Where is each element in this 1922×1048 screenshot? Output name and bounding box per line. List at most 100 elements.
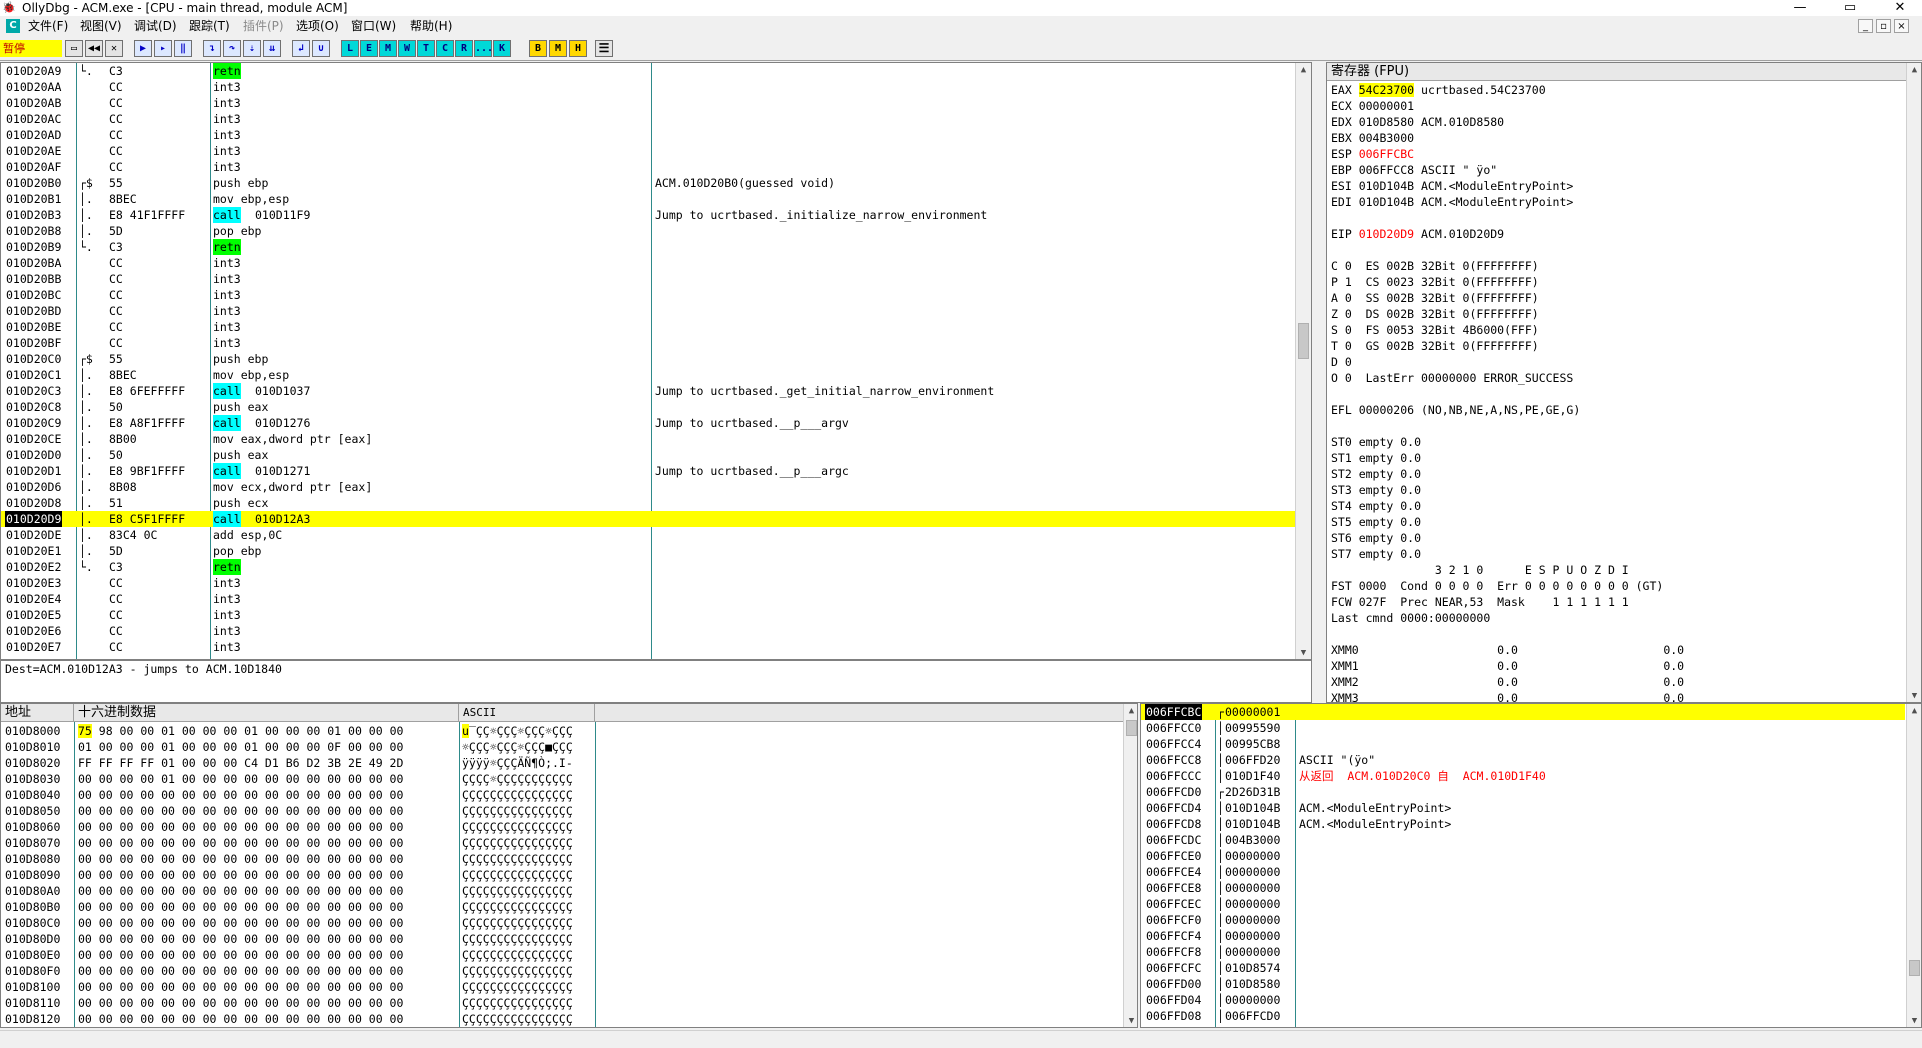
disasm-address[interactable]: 010D20AF (5, 159, 62, 175)
disasm-row[interactable]: 010D20BC CC int3 (1, 287, 1295, 303)
dump-row[interactable]: 010D8080 00 00 00 00 00 00 00 00 00 00 00… (1, 851, 1121, 867)
disasm-address[interactable]: 010D20D0 (5, 447, 62, 463)
stack-address[interactable]: 006FFCCC (1145, 768, 1202, 784)
disasm-row[interactable]: 010D20AB CC int3 (1, 95, 1295, 111)
window-button[interactable]: K (493, 40, 511, 57)
register-line[interactable]: FST 0000 Cond 0 0 0 0 Err 0 0 0 0 0 0 0 … (1331, 578, 1901, 594)
disasm-row[interactable]: 010D20E5 CC int3 (1, 607, 1295, 623)
disasm-address[interactable]: 010D20AE (5, 143, 62, 159)
disasm-address[interactable]: 010D20D6 (5, 479, 62, 495)
stack-address[interactable]: 006FFCEC (1145, 896, 1202, 912)
disasm-row[interactable]: 010D20C0 ┌$ 55 push ebp (1, 351, 1295, 367)
stack-address[interactable]: 006FFCBC (1145, 704, 1203, 720)
dump-row[interactable]: 010D8010 01 00 00 00 01 00 00 00 01 00 00… (1, 739, 1121, 755)
register-line[interactable]: Z 0 DS 002B 32Bit 0(FFFFFFFF) (1331, 306, 1901, 322)
register-line[interactable]: D 0 (1331, 354, 1901, 370)
stack-address[interactable]: 006FFCF8 (1145, 944, 1202, 960)
disasm-row[interactable]: 010D20BD CC int3 (1, 303, 1295, 319)
disasm-address[interactable]: 010D20C8 (5, 399, 62, 415)
stack-row[interactable]: 006FFCE4 │ 00000000 (1141, 864, 1905, 880)
dump-address[interactable]: 010D8020 (5, 755, 60, 771)
disasm-address[interactable]: 010D20A9 (5, 63, 62, 79)
dump-address[interactable]: 010D8110 (5, 995, 60, 1011)
disasm-address[interactable]: 010D20BC (5, 287, 62, 303)
disasm-address[interactable]: 010D20BF (5, 335, 62, 351)
disasm-address[interactable]: 010D20E1 (5, 543, 62, 559)
disasm-row[interactable]: 010D20C9 │. E8 A8F1FFFF call 010D1276 Jump to… (1, 415, 1295, 431)
register-line[interactable]: A 0 SS 002B 32Bit 0(FFFFFFFF) (1331, 290, 1901, 306)
dump-row[interactable]: 010D8060 00 00 00 00 00 00 00 00 00 00 00… (1, 819, 1121, 835)
dump-row[interactable]: 010D8070 00 00 00 00 00 00 00 00 00 00 00… (1, 835, 1121, 851)
disasm-address[interactable]: 010D20E6 (5, 623, 62, 639)
dump-address[interactable]: 010D8080 (5, 851, 60, 867)
window-button[interactable]: M (379, 40, 397, 57)
scroll-down-icon[interactable]: ▼ (1907, 1014, 1921, 1027)
register-line[interactable]: ST2 empty 0.0 (1331, 466, 1901, 482)
disasm-row[interactable]: 010D20B8 │. 5D pop ebp (1, 223, 1295, 239)
mdi-close-button[interactable]: × (1894, 19, 1909, 33)
stack-address[interactable]: 006FFCD8 (1145, 816, 1202, 832)
stack-row[interactable]: 006FFCC0 │ 00995590 (1141, 720, 1905, 736)
register-line[interactable] (1331, 242, 1901, 258)
dump-address[interactable]: 010D8120 (5, 1011, 60, 1027)
stack-row[interactable]: 006FFD04 │ 00000000 (1141, 992, 1905, 1008)
disasm-address[interactable]: 010D20DE (5, 527, 62, 543)
register-line[interactable]: ECX 00000001 (1331, 98, 1901, 114)
register-line[interactable]: XMM0 0.0 0.0 (1331, 642, 1901, 658)
dump-row[interactable]: 010D8050 00 00 00 00 00 00 00 00 00 00 00… (1, 803, 1121, 819)
step-over-icon[interactable]: ↷ (223, 40, 241, 57)
disasm-address[interactable]: 010D20AA (5, 79, 62, 95)
disassembly-scrollbar[interactable]: ▲ ▼ (1295, 63, 1311, 659)
register-line[interactable]: Last cmnd 0000:00000000 (1331, 610, 1901, 626)
window-button[interactable]: C (436, 40, 454, 57)
dump-row[interactable]: 010D8000 75 98 00 00 01 00 00 00 01 00 00… (1, 723, 1121, 739)
dump-row[interactable]: 010D8100 00 00 00 00 00 00 00 00 00 00 00… (1, 979, 1121, 995)
trace-into-icon[interactable]: ⇣ (243, 40, 261, 57)
stack-address[interactable]: 006FFCE4 (1145, 864, 1202, 880)
register-line[interactable]: O 0 LastErr 00000000 ERROR_SUCCESS (1331, 370, 1901, 386)
disasm-address[interactable]: 010D20AC (5, 111, 62, 127)
disasm-row[interactable]: 010D20E6 CC int3 (1, 623, 1295, 639)
menu-item[interactable]: 文件(F) (28, 16, 68, 37)
dump-address[interactable]: 010D8070 (5, 835, 60, 851)
dump-address[interactable]: 010D8050 (5, 803, 60, 819)
stack-row[interactable]: 006FFCD4 │ 010D104B ACM.<ModuleEntryPoint> (1141, 800, 1905, 816)
disasm-row[interactable]: 010D20BB CC int3 (1, 271, 1295, 287)
register-line[interactable]: FCW 027F Prec NEAR,53 Mask 1 1 1 1 1 1 (1331, 594, 1901, 610)
extra-button[interactable]: M (549, 40, 567, 57)
dump-scrollbar[interactable]: ▲ ▼ (1123, 704, 1137, 1027)
stack-row[interactable]: 006FFCE8 │ 00000000 (1141, 880, 1905, 896)
disasm-address[interactable]: 010D20BA (5, 255, 62, 271)
disasm-row[interactable]: 010D20C8 │. 50 push eax (1, 399, 1295, 415)
disasm-address[interactable]: 010D20CE (5, 431, 62, 447)
stack-address[interactable]: 006FFCD0 (1145, 784, 1202, 800)
list-icon[interactable]: ☰ (595, 40, 613, 57)
scroll-thumb[interactable] (1298, 323, 1309, 359)
dump-row[interactable]: 010D8090 00 00 00 00 00 00 00 00 00 00 00… (1, 867, 1121, 883)
hex-column-header[interactable]: 十六进制数据 (74, 704, 459, 722)
ascii-column-header[interactable]: ASCII (459, 704, 595, 722)
disasm-address[interactable]: 010D20E5 (5, 607, 62, 623)
disasm-address[interactable]: 010D20C0 (5, 351, 62, 367)
disasm-row[interactable]: 010D20B9 └. C3 retn (1, 239, 1295, 255)
register-line[interactable]: XMM1 0.0 0.0 (1331, 658, 1901, 674)
register-line[interactable]: C 0 ES 002B 32Bit 0(FFFFFFFF) (1331, 258, 1901, 274)
stack-row[interactable]: 006FFD08 │ 006FFCD0 (1141, 1008, 1905, 1024)
dump-address[interactable]: 010D8030 (5, 771, 60, 787)
menu-item[interactable]: 调试(D) (134, 16, 177, 37)
disasm-row[interactable]: 010D20E4 CC int3 (1, 591, 1295, 607)
disasm-row[interactable]: 010D20AA CC int3 (1, 79, 1295, 95)
register-line[interactable]: ST6 empty 0.0 (1331, 530, 1901, 546)
dump-address[interactable]: 010D8040 (5, 787, 60, 803)
registers-header[interactable]: 寄存器 (FPU) (1327, 63, 1907, 81)
register-line[interactable]: P 1 CS 0023 32Bit 0(FFFFFFFF) (1331, 274, 1901, 290)
register-line[interactable]: ESP 006FFCBC (1331, 146, 1901, 162)
disasm-row[interactable]: 010D20AC CC int3 (1, 111, 1295, 127)
stack-row[interactable]: 006FFCFC │ 010D8574 (1141, 960, 1905, 976)
close-icon[interactable]: ✕ (105, 40, 123, 57)
rewind-icon[interactable]: ◀◀ (85, 40, 103, 57)
disasm-row[interactable]: 010D20D1 │. E8 9BF1FFFF call 010D1271 Jump to… (1, 463, 1295, 479)
address-column-header[interactable]: 地址 (1, 704, 74, 722)
disasm-address[interactable]: 010D20B8 (5, 223, 62, 239)
disasm-address[interactable]: 010D20E7 (5, 639, 62, 655)
